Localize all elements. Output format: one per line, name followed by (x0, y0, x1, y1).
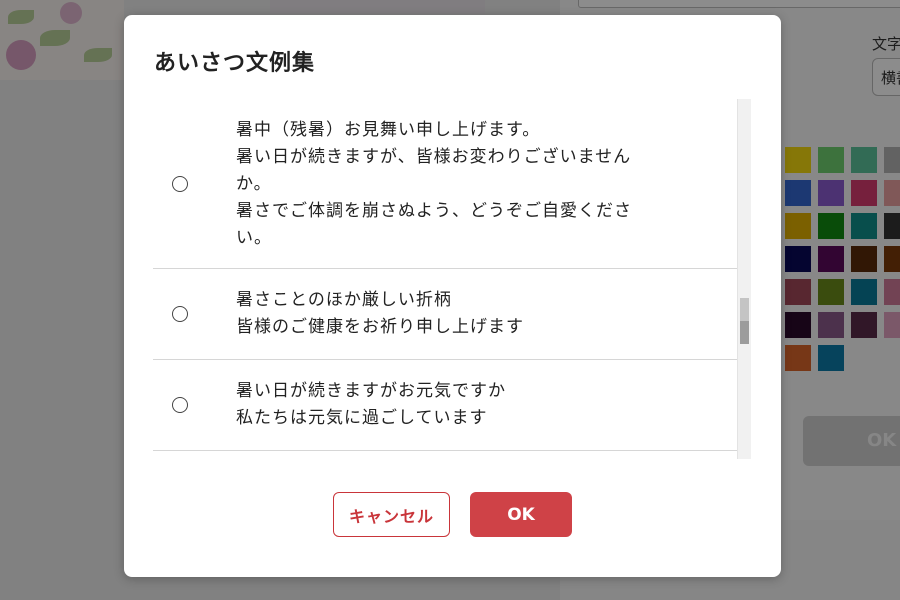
radio-button[interactable] (172, 175, 188, 192)
greeting-line: 暑い日が続きますがお元気ですか (236, 381, 506, 401)
greeting-text: 暑い日が続きますがお元気ですか 私たちは元気に過ごしています (236, 378, 691, 432)
greeting-line: 暑い日が続きますが、皆様お変わりございません (236, 147, 632, 167)
greeting-list: 暑中（残暑）お見舞い申し上げます。 暑い日が続きますが、皆様お変わりございません… (153, 99, 741, 471)
greeting-examples-dialog: あいさつ文例集 暑中（残暑）お見舞い申し上げます。 暑い日が続きますが、皆様お変… (124, 15, 781, 577)
dialog-title: あいさつ文例集 (154, 51, 316, 76)
greeting-line: 暑さことのほか厳しい折柄 (236, 290, 452, 310)
scrollbar-thumb[interactable] (740, 298, 749, 344)
greeting-line: 私たちは元気に過ごしています (236, 408, 488, 428)
greeting-line: 暑さでご体調を崩さぬよう、どうぞご自愛くださ (236, 201, 632, 221)
radio-button[interactable] (172, 397, 188, 413)
list-scrollbar[interactable] (737, 99, 751, 459)
greeting-option[interactable]: 暑中（残暑）お見舞い申し上げます。 暑い日が続きますが、皆様お変わりございません… (153, 99, 741, 269)
greeting-line: い。 (236, 228, 272, 248)
greeting-line: 暑中（残暑）お見舞い申し上げます。 (236, 120, 541, 140)
greeting-text: 暑さことのほか厳しい折柄 皆様のご健康をお祈り申し上げます (236, 287, 691, 341)
greeting-line: 皆様のご健康をお祈り申し上げます (236, 317, 524, 337)
ok-button[interactable]: OK (470, 492, 572, 537)
greeting-line: か。 (236, 174, 272, 194)
greeting-option[interactable]: 暑さことのほか厳しい折柄 皆様のご健康をお祈り申し上げます (153, 269, 741, 360)
greeting-text: 暑中（残暑）お見舞い申し上げます。 暑い日が続きますが、皆様お変わりございません… (236, 117, 691, 252)
cancel-button[interactable]: キャンセル (333, 492, 450, 537)
greeting-option[interactable]: 暑い日が続きますがお元気ですか 私たちは元気に過ごしています (153, 360, 741, 451)
radio-button[interactable] (172, 306, 188, 322)
